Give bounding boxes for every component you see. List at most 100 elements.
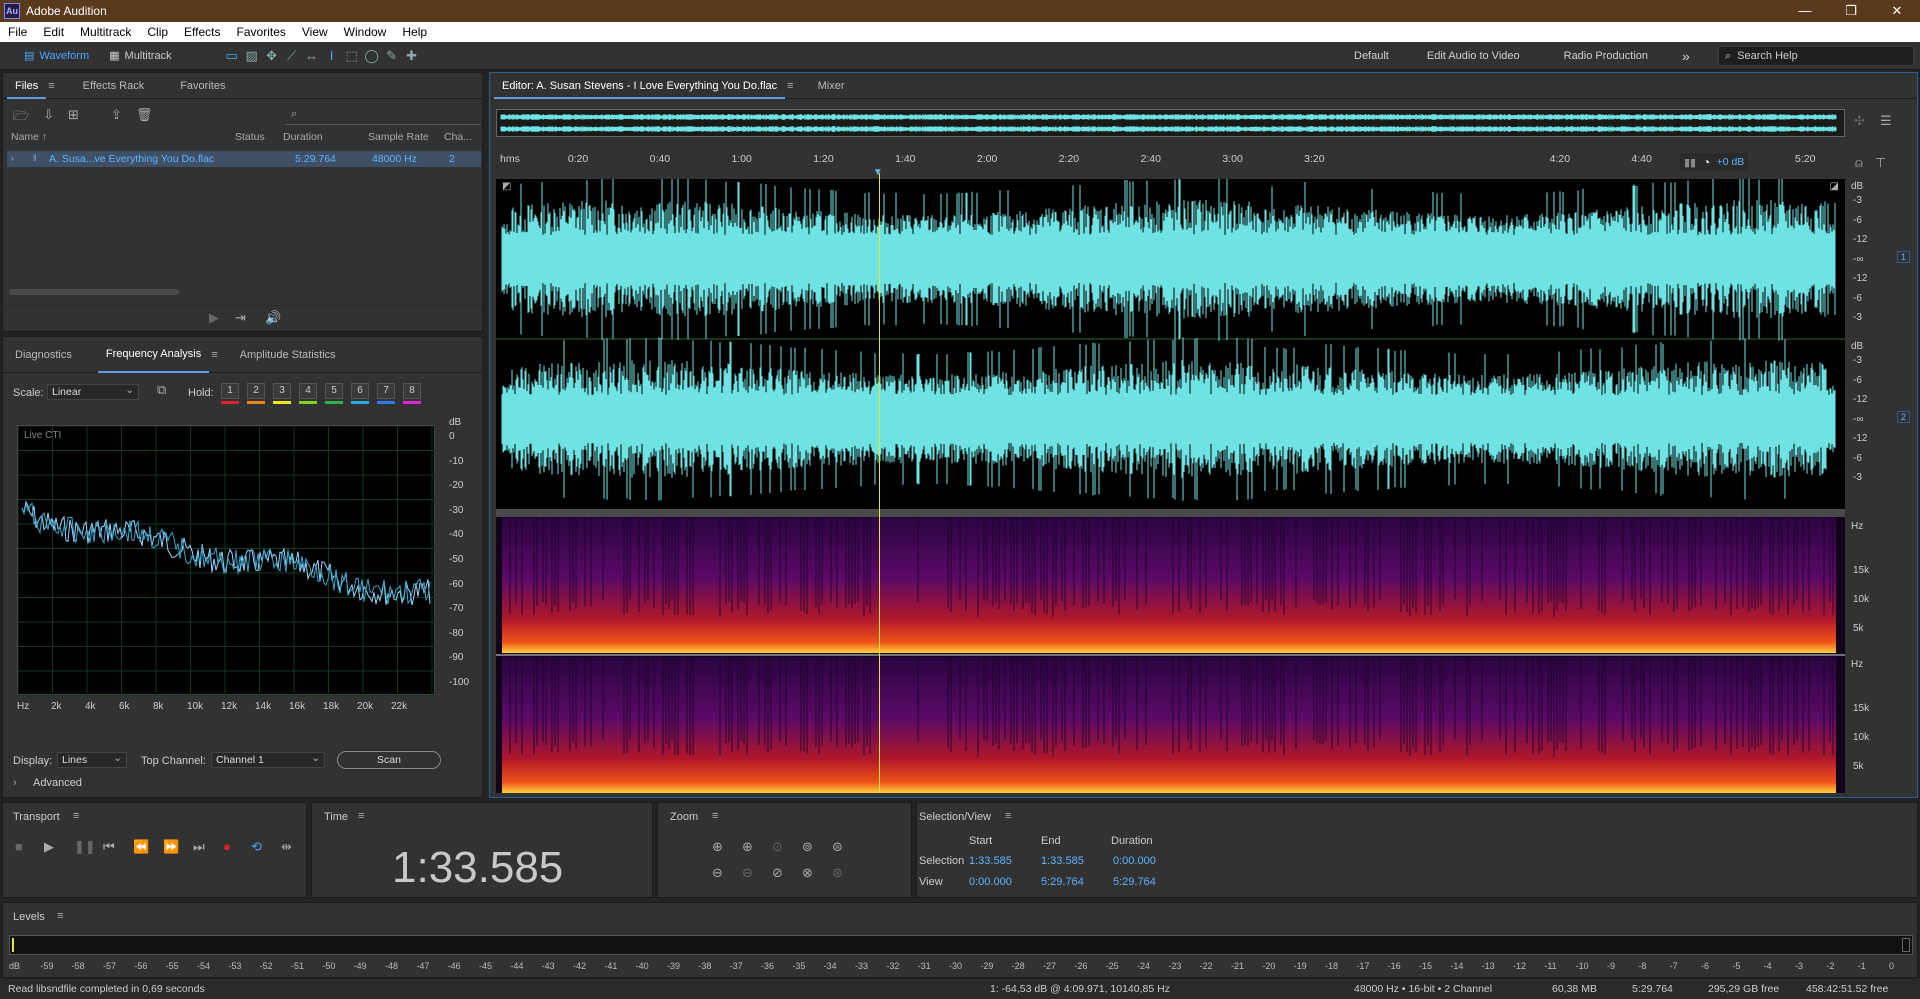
maximize-button[interactable]: ❐ [1828, 0, 1874, 22]
hold-button-6[interactable]: 6 [351, 383, 369, 399]
loop-playback-icon[interactable]: ⟲ [251, 839, 262, 855]
panel-menu-icon[interactable]: ≡ [1005, 810, 1011, 822]
advanced-chevron-icon[interactable]: › [13, 777, 17, 789]
play-icon[interactable]: ▶ [44, 839, 54, 855]
multitrack-mode-button[interactable]: ▦ Multitrack [99, 45, 181, 67]
loop-preview-icon[interactable]: ⇥ [235, 310, 246, 326]
panel-menu-icon[interactable]: ≡ [48, 80, 54, 92]
expand-chevron-icon[interactable]: › [11, 153, 14, 163]
hold-button-5[interactable]: 5 [325, 383, 343, 399]
new-file-icon[interactable]: ⊞ [68, 107, 79, 129]
view-end[interactable]: 5:29.764 [1041, 876, 1084, 888]
files-search-input[interactable]: ⌕ [285, 107, 481, 125]
close-button[interactable]: ✕ [1874, 0, 1920, 22]
zoom-in-left-icon[interactable]: ⊘ [772, 865, 783, 881]
panel-menu-icon[interactable]: ≡ [358, 810, 364, 822]
zoom-toggle-icon[interactable]: ◩ [502, 181, 511, 192]
brush-tool-icon[interactable]: ✎ [382, 46, 402, 66]
skip-selection-icon[interactable]: ⇹ [281, 839, 292, 855]
menu-favorites[interactable]: Favorites [229, 25, 294, 39]
menu-clip[interactable]: Clip [139, 25, 176, 39]
spectral-view-icon[interactable]: ▨ [242, 46, 262, 66]
column-duration[interactable]: Duration [283, 131, 323, 143]
menu-file[interactable]: File [0, 25, 35, 39]
channel-badge[interactable]: 1 [1897, 251, 1911, 263]
menu-window[interactable]: Window [336, 25, 395, 39]
fast-forward-icon[interactable]: ⏩ [163, 839, 179, 855]
stop-icon[interactable]: ■ [15, 839, 23, 854]
tab-mixer[interactable]: Mixer [810, 73, 853, 99]
channel-toggle-icon[interactable]: ◪ [1830, 181, 1839, 192]
slip-tool-icon[interactable]: ↔ [302, 46, 322, 66]
import-file-icon[interactable]: ⇩ [43, 107, 54, 129]
display-dropdown[interactable]: Lines [57, 751, 127, 768]
zoom-navigator-icon[interactable]: ✣ [1854, 113, 1865, 129]
time-selection-tool-icon[interactable]: I [322, 46, 342, 66]
hold-button-7[interactable]: 7 [377, 383, 395, 399]
overview-navigator[interactable] [496, 109, 1845, 137]
column-status[interactable]: Status [235, 131, 265, 143]
menu-edit[interactable]: Edit [35, 25, 72, 39]
play-preview-icon[interactable]: ▶ [209, 310, 219, 326]
menu-multitrack[interactable]: Multitrack [72, 25, 139, 39]
show-spectral-icon[interactable]: ☰ [1880, 113, 1892, 129]
clip-indicator[interactable] [1902, 938, 1910, 952]
rewind-icon[interactable]: ⏪ [133, 839, 149, 855]
marquee-tool-icon[interactable]: ⬚ [342, 46, 362, 66]
move-tool-icon[interactable]: ✥ [262, 46, 282, 66]
workspace-default[interactable]: Default [1340, 50, 1403, 62]
tab-diagnostics[interactable]: Diagnostics [7, 337, 80, 373]
panel-menu-icon[interactable]: ≡ [73, 810, 79, 822]
time-ruler[interactable]: hms 0:20 0:40 1:00 1:20 1:40 2:00 2:20 2:40 3:00… [496, 151, 1845, 169]
zoom-to-selection-icon[interactable]: ⊙ [772, 839, 783, 855]
hold-button-3[interactable]: 3 [273, 383, 291, 399]
freeze-graph-icon[interactable]: ⧉ [157, 382, 166, 398]
spot-healing-tool-icon[interactable]: ✚ [402, 46, 422, 66]
tab-editor[interactable]: Editor: A. Susan Stevens - I Love Everyt… [494, 73, 786, 99]
zoom-selection-out-icon[interactable]: ⊛ [832, 865, 843, 881]
tab-effects-rack[interactable]: Effects Rack [75, 73, 153, 99]
tab-amplitude-statistics[interactable]: Amplitude Statistics [232, 337, 344, 373]
panel-menu-icon[interactable]: ≡ [712, 810, 718, 822]
zoom-full-icon[interactable]: ⊜ [832, 839, 843, 855]
zoom-out-time-icon[interactable]: ⊖ [742, 865, 753, 881]
view-divider[interactable] [496, 509, 1845, 517]
waveform-view-icon[interactable]: ▭ [222, 46, 242, 66]
spectral-display[interactable] [496, 517, 1845, 793]
lasso-tool-icon[interactable]: ◯ [362, 46, 382, 66]
selection-start[interactable]: 1:33.585 [969, 855, 1012, 867]
zoom-out-amplitude-icon[interactable]: ⊖ [712, 865, 723, 881]
menu-help[interactable]: Help [394, 25, 435, 39]
hold-button-1[interactable]: 1 [221, 383, 239, 399]
panel-menu-icon[interactable]: ≡ [57, 910, 63, 922]
move-to-start-icon[interactable]: ⏮ [103, 839, 115, 855]
top-channel-dropdown[interactable]: Channel 1 [211, 751, 325, 768]
search-help-input[interactable]: ⌕ Search Help [1718, 46, 1914, 66]
playhead-marker-icon[interactable]: ▼ [873, 167, 883, 178]
time-display[interactable]: 1:33.585 [392, 843, 563, 893]
waveform-mode-button[interactable]: ▤ Waveform [14, 45, 99, 67]
channel-badge[interactable]: 2 [1897, 411, 1911, 423]
zoom-in-time-icon[interactable]: ⊕ [742, 839, 753, 855]
minimize-button[interactable]: — [1782, 0, 1828, 22]
zoom-in-amplitude-icon[interactable]: ⊕ [712, 839, 723, 855]
files-horizontal-scrollbar[interactable] [9, 289, 179, 295]
selection-end[interactable]: 1:33.585 [1041, 855, 1084, 867]
zoom-in-point-icon[interactable]: ⊚ [802, 839, 813, 855]
menu-effects[interactable]: Effects [176, 25, 228, 39]
hold-button-8[interactable]: 8 [403, 383, 421, 399]
record-icon[interactable]: ● [223, 839, 231, 854]
waveform-display[interactable]: ◩ ◪ [496, 179, 1845, 509]
column-name[interactable]: Name ↑ [11, 131, 47, 143]
workspace-overflow-button[interactable]: » [1662, 48, 1704, 64]
snap-icon[interactable]: ⍝ [1855, 155, 1863, 171]
hold-button-2[interactable]: 2 [247, 383, 265, 399]
gain-knob-icon[interactable]: ◔ [1702, 154, 1710, 170]
playhead[interactable]: ▼ [873, 167, 883, 793]
workspace-radio-production[interactable]: Radio Production [1534, 50, 1662, 62]
column-channels[interactable]: Cha... [444, 131, 472, 143]
tab-favorites[interactable]: Favorites [172, 73, 233, 99]
hud-gain-control[interactable]: ▮▮ ◔ +0 dB [1680, 153, 1749, 171]
auto-play-icon[interactable]: 🔊 [265, 310, 281, 326]
delete-file-icon[interactable]: 🗑 [136, 107, 153, 129]
